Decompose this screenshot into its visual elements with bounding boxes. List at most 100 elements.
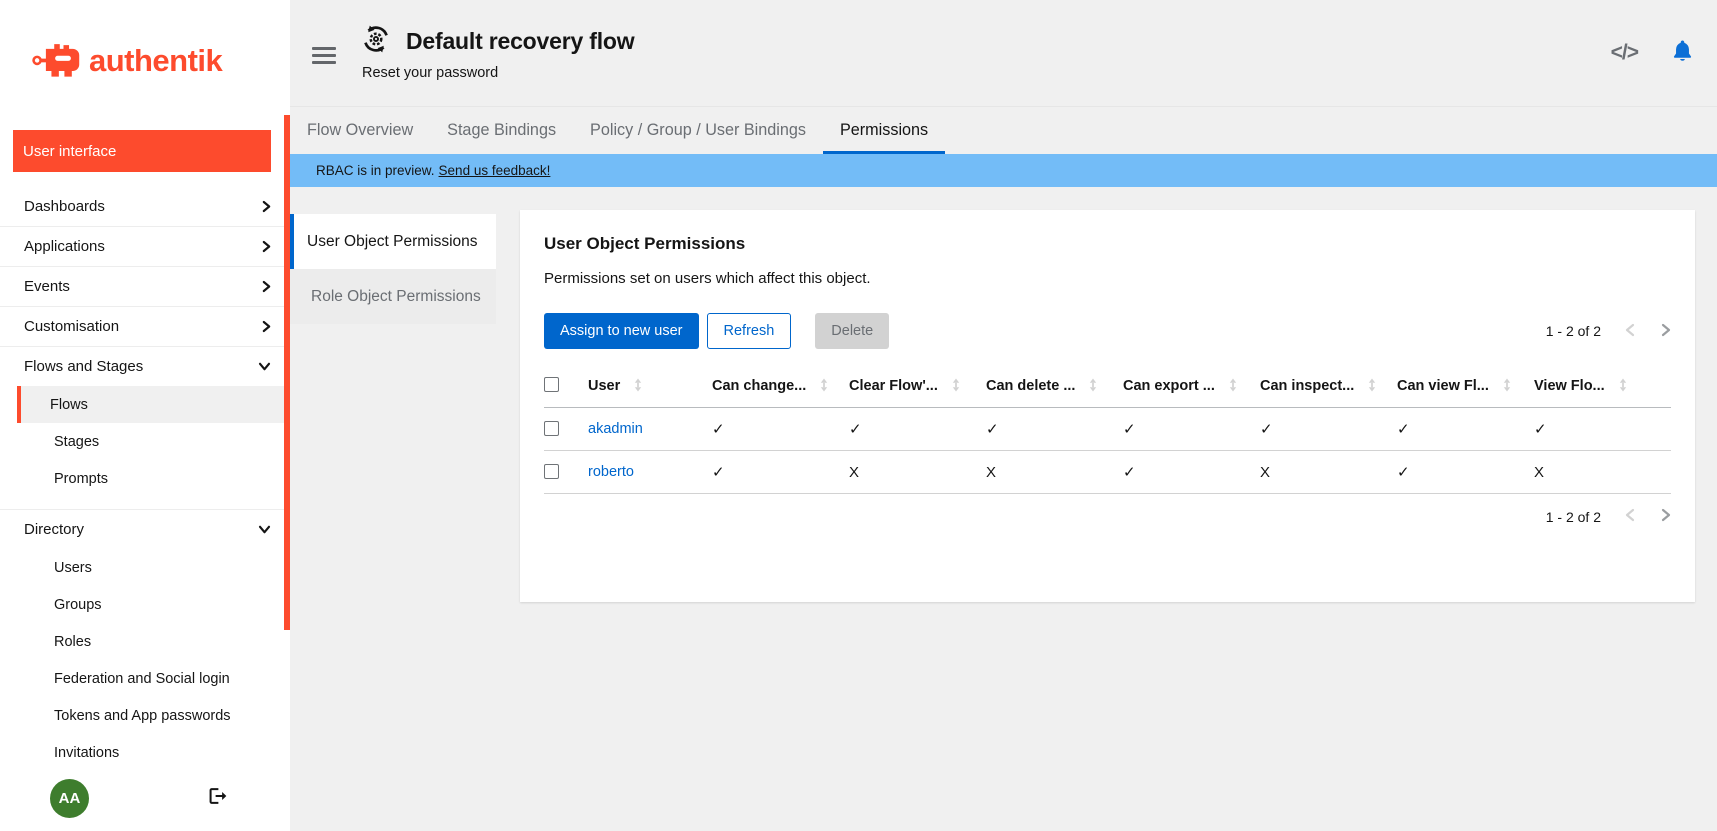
permission-mark: ✓ [1123,464,1136,481]
app-window: authentik User interface Dashboards Appl… [0,0,1717,831]
page-title: Default recovery flow [406,28,634,55]
rbac-preview-banner: RBAC is in preview. Send us feedback! [290,154,1717,187]
banner-text: RBAC is in preview. [316,163,435,178]
sort-icon [1229,378,1237,392]
table-row: akadmin ✓ ✓ ✓ ✓ ✓ ✓ ✓ [544,408,1671,451]
assign-to-new-user-button[interactable]: Assign to new user [544,313,699,349]
authentik-key-icon [32,40,82,83]
chevron-down-icon [258,362,271,371]
api-code-icon[interactable]: </> [1611,41,1638,65]
sidebar-item-users[interactable]: Users [17,549,290,586]
column-header-can-inspect[interactable]: Can inspect... [1260,367,1397,408]
sort-icon [820,378,828,392]
chevron-right-icon [262,200,271,213]
column-header-user[interactable]: User [588,367,712,408]
permission-mark: ✓ [849,421,862,438]
sidebar-user-row: AA [0,771,290,818]
pagination-top: 1 - 2 of 2 [1546,323,1671,340]
main-area: User Object Permissions Role Object Perm… [290,187,1717,831]
chevron-right-icon [262,320,271,333]
chevron-right-icon [262,280,271,293]
user-link-akadmin[interactable]: akadmin [588,421,643,437]
subtab-role-object-permissions[interactable]: Role Object Permissions [290,269,496,324]
tab-stage-bindings[interactable]: Stage Bindings [430,107,573,154]
refresh-button[interactable]: Refresh [707,313,792,349]
avatar[interactable]: AA [50,779,89,818]
row-checkbox[interactable] [544,464,559,479]
subtab-user-object-permissions[interactable]: User Object Permissions [290,214,496,269]
sidebar-item-tokens[interactable]: Tokens and App passwords [17,697,290,734]
content-area: Default recovery flow Reset your passwor… [290,0,1717,831]
permission-mark: ✓ [1260,421,1273,438]
sidebar-item-federation[interactable]: Federation and Social login [17,660,290,697]
permission-mark: X [1260,464,1270,481]
tab-policy-group-user-bindings[interactable]: Policy / Group / User Bindings [573,107,823,154]
card-title: User Object Permissions [544,234,1671,254]
delete-button[interactable]: Delete [815,313,889,349]
permission-mark: ✓ [1397,464,1410,481]
chevron-down-icon [258,525,271,534]
table-row: roberto ✓ X X ✓ X ✓ X [544,451,1671,494]
table-header-row: User Can change... Clear Flow'... Can de… [544,367,1671,408]
sort-icon [1089,378,1097,392]
feedback-link[interactable]: Send us feedback! [439,163,551,178]
permission-mark: X [1534,464,1544,481]
sidebar-item-dashboards[interactable]: Dashboards [0,186,290,226]
logout-icon[interactable] [206,785,228,812]
sidebar-item-applications[interactable]: Applications [0,226,290,266]
sidebar-item-stages[interactable]: Stages [17,423,290,460]
sidebar-item-directory[interactable]: Directory [0,509,290,549]
brand-name: authentik [89,43,222,79]
sidebar-item-prompts[interactable]: Prompts [17,460,290,497]
select-all-checkbox[interactable] [544,377,559,392]
permission-mark: ✓ [1534,421,1547,438]
toolbar: Assign to new user Refresh Delete 1 - 2 … [544,313,1671,349]
sidebar-nav: Dashboards Applications Events Customisa… [0,186,290,771]
sidebar-item-flows-and-stages[interactable]: Flows and Stages [0,346,290,386]
tab-flow-overview[interactable]: Flow Overview [290,107,430,154]
page-previous-icon[interactable] [1625,323,1635,340]
user-link-roberto[interactable]: roberto [588,464,634,480]
sort-icon [1619,378,1627,392]
column-header-can-view[interactable]: Can view Fl... [1397,367,1534,408]
notification-bell-icon[interactable] [1670,38,1695,68]
title-block: Default recovery flow Reset your passwor… [362,25,634,81]
page-previous-icon[interactable] [1625,508,1635,525]
permission-mark: ✓ [1123,421,1136,438]
sidebar: authentik User interface Dashboards Appl… [0,0,290,831]
sidebar-item-user-interface[interactable]: User interface [13,130,271,172]
subtab-list: User Object Permissions Role Object Perm… [290,214,496,324]
sort-icon [1368,378,1376,392]
column-header-can-delete[interactable]: Can delete ... [986,367,1123,408]
sidebar-divider [0,497,290,509]
sort-icon [952,378,960,392]
tab-permissions[interactable]: Permissions [823,107,945,154]
row-checkbox[interactable] [544,421,559,436]
page-header: Default recovery flow Reset your passwor… [290,0,1717,106]
permission-mark: X [986,464,996,481]
sidebar-item-flows[interactable]: Flows [17,386,290,423]
column-header-can-change[interactable]: Can change... [712,367,849,408]
permission-mark: ✓ [712,421,725,438]
page-next-icon[interactable] [1661,508,1671,525]
page-next-icon[interactable] [1661,323,1671,340]
sidebar-item-roles[interactable]: Roles [17,623,290,660]
permission-mark: ✓ [1397,421,1410,438]
chevron-right-icon [262,240,271,253]
sort-icon [634,378,642,392]
brand-logo[interactable]: authentik [0,0,290,82]
permission-mark: X [849,464,859,481]
sidebar-item-events[interactable]: Events [0,266,290,306]
column-header-clear-flow[interactable]: Clear Flow'... [849,367,986,408]
sidebar-item-customisation[interactable]: Customisation [0,306,290,346]
column-header-can-export[interactable]: Can export ... [1123,367,1260,408]
pagination-bottom: 1 - 2 of 2 [1546,508,1671,525]
sidebar-item-invitations[interactable]: Invitations [17,734,290,771]
permission-mark: ✓ [712,464,725,481]
process-automation-icon [362,25,390,58]
column-header-view-flow[interactable]: View Flo... [1534,367,1671,408]
sidebar-scrollbar-thumb[interactable] [284,115,290,630]
hamburger-menu-icon[interactable] [312,43,336,68]
sidebar-item-groups[interactable]: Groups [17,586,290,623]
sidebar-scrollbar [284,0,290,831]
